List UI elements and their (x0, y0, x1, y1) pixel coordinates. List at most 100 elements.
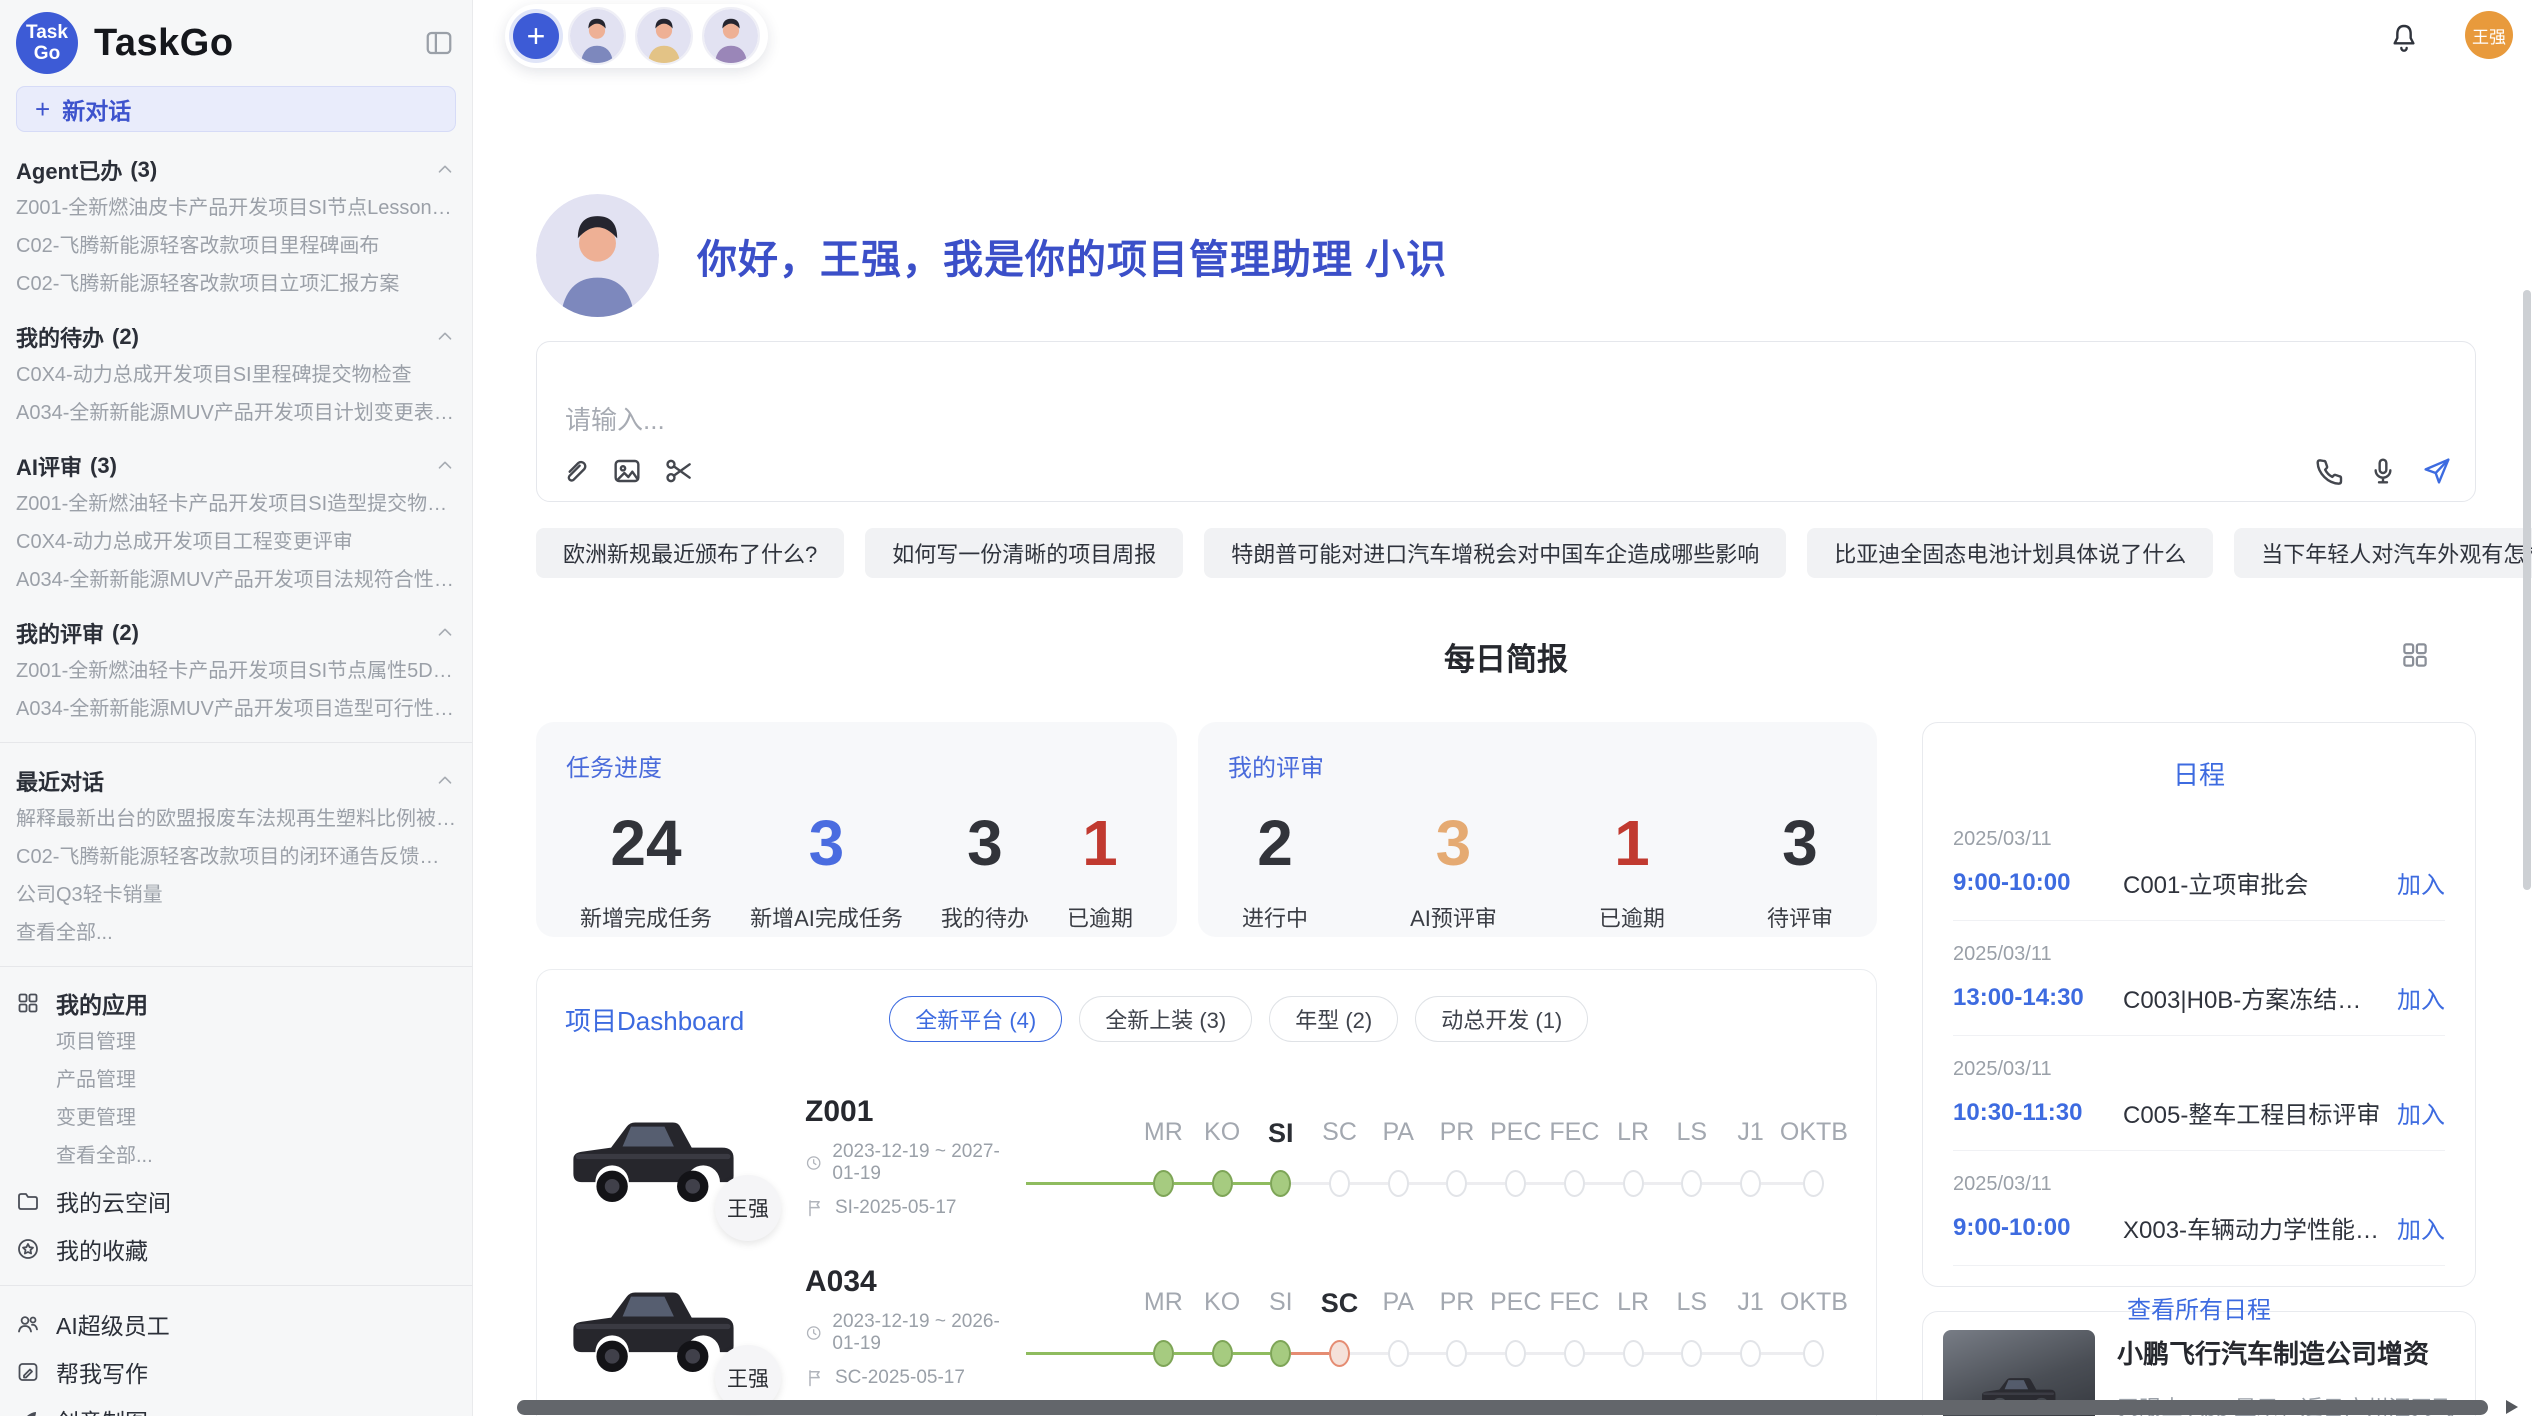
recent-chat-item[interactable]: C02-飞腾新能源轻客改款项目的闭环通告反馈情况 (16, 843, 456, 872)
horizontal-scrollbar[interactable] (517, 1400, 2488, 1415)
join-button[interactable]: 加入 (2397, 1210, 2445, 1245)
sidebar-item-creative-draw[interactable]: 创意制图 (16, 1402, 456, 1416)
sidebar-item[interactable]: Z001-全新燃油轻卡产品开发项目SI节点属性5D文件评审 (16, 657, 456, 686)
recent-view-all[interactable]: 查看全部... (16, 919, 456, 948)
milestone-dot (1153, 1340, 1174, 1367)
suggestion-chip[interactable]: 比亚迪全固态电池计划具体说了什么 (1807, 528, 2213, 578)
milestone-oktb[interactable]: OKTB (1780, 1288, 1848, 1366)
suggestion-chip[interactable]: 当下年轻人对汽车外观有怎样的喜好趋势 (2234, 528, 2532, 578)
agent-avatar-1[interactable] (568, 7, 626, 65)
chevron-up-icon[interactable] (434, 326, 456, 348)
milestone-lr[interactable]: LR (1604, 1118, 1663, 1196)
milestone-fec[interactable]: FEC (1545, 1118, 1604, 1196)
milestone-si[interactable]: SI (1251, 1118, 1310, 1196)
app-item-project-mgmt[interactable]: 项目管理 (56, 1028, 456, 1057)
message-input-card (536, 341, 2476, 502)
image-icon[interactable] (611, 455, 643, 487)
milestone-ko[interactable]: KO (1193, 1118, 1252, 1196)
microphone-icon[interactable] (2367, 455, 2399, 487)
milestone-pec[interactable]: PEC (1486, 1118, 1545, 1196)
chevron-up-icon[interactable] (434, 770, 456, 792)
layout-grid-icon[interactable] (2400, 640, 2430, 670)
suggestion-chip[interactable]: 如何写一份清晰的项目周报 (865, 528, 1183, 578)
sidebar-item-favorites[interactable]: 我的收藏 (16, 1231, 456, 1267)
chevron-up-icon[interactable] (434, 455, 456, 477)
chevron-up-icon[interactable] (434, 622, 456, 644)
schedule-event: 2025/03/11 10:30-11:30 C005-整车工程目标评审 加入 (1953, 1036, 2445, 1151)
sidebar-collapse-icon[interactable] (424, 28, 454, 58)
sidebar-item[interactable]: A034-全新新能源MUV产品开发项目计划变更表编写 (16, 399, 456, 428)
section-header-ai-review[interactable]: AI评审(3) (16, 451, 456, 481)
milestone-lr[interactable]: LR (1604, 1288, 1663, 1366)
send-icon[interactable] (2421, 455, 2453, 487)
milestone-ls[interactable]: LS (1662, 1288, 1721, 1366)
milestone-mr[interactable]: MR (1134, 1288, 1193, 1366)
sidebar-item[interactable]: A034-全新新能源MUV产品开发项目法规符合性评审 (16, 566, 456, 595)
tab-year-model[interactable]: 年型 (2) (1269, 996, 1398, 1042)
milestone-ko[interactable]: KO (1193, 1288, 1252, 1366)
milestone-j1[interactable]: J1 (1721, 1288, 1780, 1366)
agent-avatar-2[interactable] (635, 7, 693, 65)
tab-new-body[interactable]: 全新上装 (3) (1079, 996, 1252, 1042)
milestone-pa[interactable]: PA (1369, 1118, 1428, 1196)
milestone-j1[interactable]: J1 (1721, 1118, 1780, 1196)
user-avatar[interactable]: 王强 (2465, 11, 2513, 59)
sidebar-item[interactable]: A034-全新新能源MUV产品开发项目造型可行性评审 (16, 695, 456, 724)
sidebar-item[interactable]: C0X4-动力总成开发项目工程变更评审 (16, 528, 456, 557)
sidebar-item[interactable]: C02-飞腾新能源轻客改款项目里程碑画布 (16, 232, 456, 261)
sidebar-item[interactable]: Z001-全新燃油轻卡产品开发项目SI造型提交物评审 (16, 490, 456, 519)
project-row-a034[interactable]: 王强 A034 2023-12-19 ~ 2026-01-19 SC-2025-… (565, 1248, 1848, 1406)
message-input[interactable] (565, 400, 2165, 446)
milestone-sc[interactable]: SC (1310, 1288, 1369, 1366)
stat: 3AI预评审 (1410, 807, 1497, 933)
pen-icon (16, 1408, 40, 1416)
section-header-agent-done[interactable]: Agent已办(3) (16, 155, 456, 185)
milestone-pr[interactable]: PR (1428, 1288, 1487, 1366)
sidebar-item-ai-employee[interactable]: AI超级员工 (16, 1306, 456, 1342)
section-header-my-todo[interactable]: 我的待办(2) (16, 322, 456, 352)
milestone-oktb[interactable]: OKTB (1780, 1118, 1848, 1196)
milestone-dot (1803, 1170, 1824, 1197)
milestone-fec[interactable]: FEC (1545, 1288, 1604, 1366)
app-item-change-mgmt[interactable]: 变更管理 (56, 1104, 456, 1133)
add-chat-button[interactable]: + (513, 13, 559, 59)
voice-call-icon[interactable] (2313, 455, 2345, 487)
tab-new-platform[interactable]: 全新平台 (4) (889, 996, 1062, 1042)
recent-chat-item[interactable]: 公司Q3轻卡销量 (16, 881, 456, 910)
scroll-right-arrow[interactable] (2506, 1400, 2518, 1414)
section-header-my-review[interactable]: 我的评审(2) (16, 618, 456, 648)
milestone-pa[interactable]: PA (1369, 1288, 1428, 1366)
logo-line2: Go (34, 43, 60, 64)
sidebar-item[interactable]: C0X4-动力总成开发项目SI里程碑提交物检查 (16, 361, 456, 390)
chevron-up-icon[interactable] (434, 159, 456, 181)
section-header-recent[interactable]: 最近对话 (16, 766, 456, 796)
vertical-scrollbar[interactable] (2523, 290, 2531, 890)
apps-view-all[interactable]: 查看全部... (56, 1142, 456, 1171)
milestone-sc[interactable]: SC (1310, 1118, 1369, 1196)
sidebar-item[interactable]: Z001-全新燃油皮卡产品开发项目SI节点Lesson Learn报告 (16, 194, 456, 223)
notification-bell-icon[interactable] (2388, 22, 2420, 54)
scissors-icon[interactable] (663, 455, 695, 487)
project-row-z001[interactable]: 王强 Z001 2023-12-19 ~ 2027-01-19 SI-2025-… (565, 1078, 1848, 1236)
join-button[interactable]: 加入 (2397, 865, 2445, 900)
milestone-ls[interactable]: LS (1662, 1118, 1721, 1196)
milestone-pec[interactable]: PEC (1486, 1288, 1545, 1366)
sidebar-item[interactable]: C02-飞腾新能源轻客改款项目立项汇报方案 (16, 270, 456, 299)
milestone-pr[interactable]: PR (1428, 1118, 1487, 1196)
attachment-icon[interactable] (559, 455, 591, 487)
sidebar-item-help-write[interactable]: 帮我写作 (16, 1354, 456, 1390)
my-apps-header[interactable]: 我的应用 (16, 987, 456, 1019)
schedule-event: 2025/03/11 9:00-10:00 C001-立项审批会 加入 (1953, 806, 2445, 921)
suggestion-chip[interactable]: 欧洲新规最近颁布了什么? (536, 528, 844, 578)
join-button[interactable]: 加入 (2397, 1095, 2445, 1130)
milestone-si[interactable]: SI (1251, 1288, 1310, 1366)
new-chat-button[interactable]: + 新对话 (16, 86, 456, 132)
app-item-product-mgmt[interactable]: 产品管理 (56, 1066, 456, 1095)
join-button[interactable]: 加入 (2397, 980, 2445, 1015)
milestone-mr[interactable]: MR (1134, 1118, 1193, 1196)
tab-powertrain[interactable]: 动总开发 (1) (1415, 996, 1588, 1042)
recent-chat-item[interactable]: 解释最新出台的欧盟报废车法规再生塑料比例被调至15%... (16, 805, 456, 834)
agent-avatar-3[interactable] (702, 7, 760, 65)
sidebar-item-cloud-space[interactable]: 我的云空间 (16, 1183, 456, 1219)
suggestion-chip[interactable]: 特朗普可能对进口汽车增税会对中国车企造成哪些影响 (1204, 528, 1786, 578)
